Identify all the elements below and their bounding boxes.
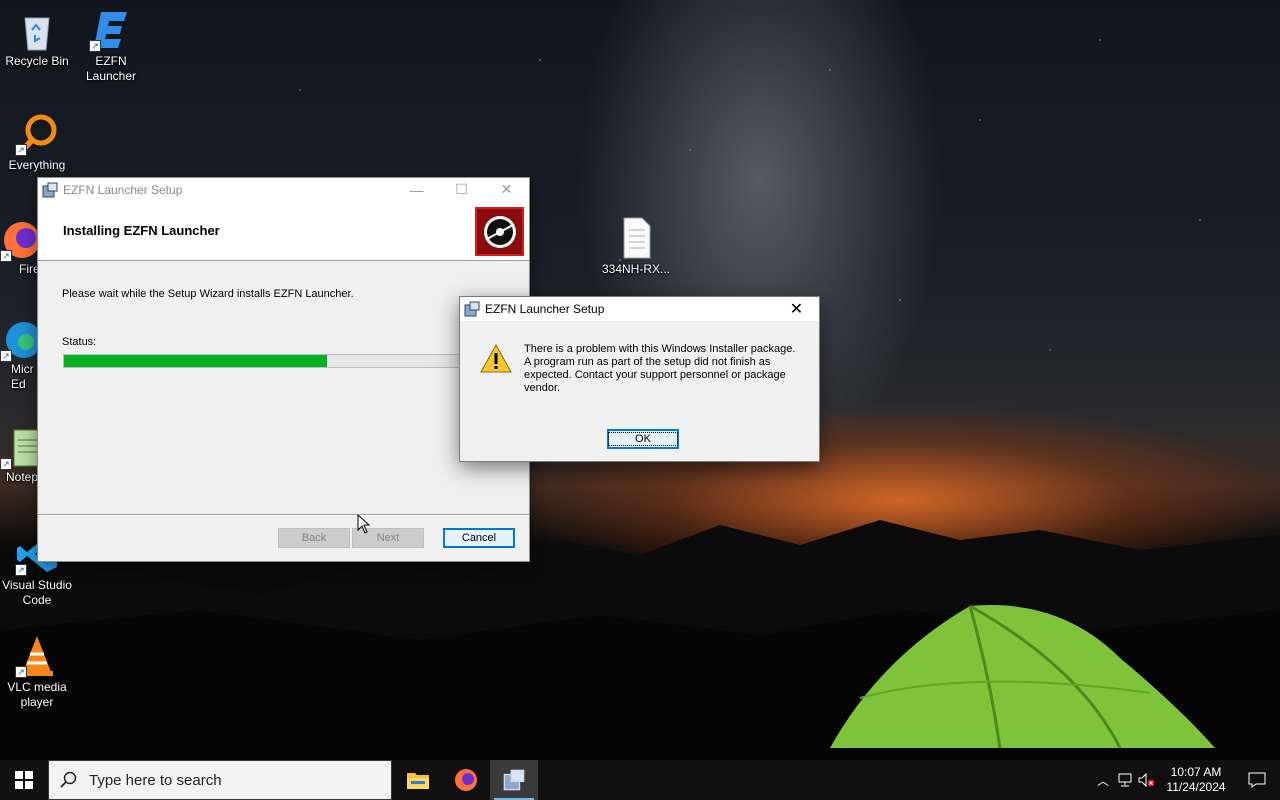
setup-message: Please wait while the Setup Wizard insta…	[62, 288, 354, 300]
maximize-icon[interactable]: ☐	[439, 178, 484, 201]
taskbar: Type here to search ︿ 10:07 AM 11/24/202…	[0, 760, 1280, 800]
network-icon[interactable]	[1114, 773, 1136, 787]
ezfn-icon: ↗	[89, 8, 133, 52]
error-message-line: expected. Contact your support personnel…	[524, 369, 786, 381]
desktop-icon-firefox[interactable]: ↗ Fire	[0, 218, 40, 277]
error-dialog-titlebar[interactable]: EZFN Launcher Setup ✕	[460, 297, 819, 321]
error-dialog: EZFN Launcher Setup ✕ There is a problem…	[459, 296, 820, 462]
error-message-line: There is a problem with this Windows Ins…	[524, 343, 796, 355]
taskbar-search-box[interactable]: Type here to search	[48, 760, 392, 800]
install-progress-bar	[63, 354, 503, 368]
taskbar-file-explorer[interactable]	[394, 760, 442, 800]
shortcut-arrow-icon: ↗	[15, 666, 27, 678]
system-tray: ︿ 10:07 AM 11/24/2024	[1092, 760, 1280, 800]
desktop-icon-label: Notep	[6, 470, 39, 484]
chevron-up-icon[interactable]: ︿	[1092, 772, 1114, 789]
windows-logo-icon	[15, 771, 33, 789]
taskbar-firefox[interactable]	[442, 760, 490, 800]
volume-muted-icon[interactable]	[1136, 773, 1158, 787]
setup-window-title: EZFN Launcher Setup	[63, 182, 183, 197]
ok-button-label: OK	[608, 432, 678, 446]
desktop-icon-label: VLC media player	[7, 680, 67, 709]
glowing-tent	[830, 604, 1215, 749]
taskbar-clock[interactable]: 10:07 AM 11/24/2024	[1158, 765, 1234, 795]
warning-icon	[480, 344, 512, 373]
shortcut-arrow-icon: ↗	[89, 40, 101, 52]
error-dialog-title: EZFN Launcher Setup	[485, 302, 605, 316]
installer-icon	[464, 301, 480, 317]
setup-window: EZFN Launcher Setup — ☐ ✕ Installing EZF…	[37, 177, 530, 562]
file-explorer-icon	[407, 773, 429, 789]
error-message-line: A program run as part of the setup did n…	[524, 356, 771, 368]
everything-search-icon: ↗	[15, 112, 59, 156]
installer-icon	[503, 769, 525, 791]
minimize-icon[interactable]: —	[394, 178, 439, 201]
status-label: Status:	[62, 336, 97, 348]
desktop-icon-label: EZFN Launcher	[85, 54, 137, 83]
desktop-icon-label: 334NH-RX...	[601, 262, 671, 276]
shortcut-arrow-icon: ↗	[0, 350, 12, 362]
back-button[interactable]: Back	[278, 528, 350, 548]
clock-date: 11/24/2024	[1166, 780, 1226, 794]
shortcut-arrow-icon: ↗	[0, 458, 12, 470]
firefox-icon	[455, 769, 477, 791]
cancel-button[interactable]: Cancel	[443, 528, 515, 548]
setup-body: Please wait while the Setup Wizard insta…	[38, 261, 529, 514]
document-icon	[614, 216, 658, 260]
progress-fill	[64, 355, 327, 367]
desktop-icon-vlc[interactable]: ↗ VLC media player	[0, 634, 74, 710]
close-icon[interactable]: ✕	[484, 178, 529, 201]
setup-footer: Back Next Cancel	[38, 514, 529, 562]
search-icon	[49, 771, 89, 789]
desktop-icon-edge[interactable]: ↗ Micr Ed	[0, 318, 42, 392]
error-message-line: vendor.	[524, 382, 561, 394]
vlc-icon: ↗	[15, 634, 59, 678]
taskbar-installer[interactable]	[490, 760, 538, 800]
desktop-icon-notepad[interactable]: ↗ Notep	[0, 426, 43, 485]
desktop-icon-ezfn-launcher[interactable]: ↗ EZFN Launcher	[74, 8, 148, 84]
shortcut-arrow-icon: ↗	[15, 144, 27, 156]
desktop-icon-label: Everything	[8, 158, 66, 172]
desktop-icon-recycle-bin[interactable]: Recycle Bin	[0, 8, 74, 69]
ok-button[interactable]: OK	[607, 429, 679, 449]
search-placeholder: Type here to search	[89, 771, 222, 789]
setup-titlebar[interactable]: EZFN Launcher Setup — ☐ ✕	[38, 178, 529, 201]
setup-heading: Installing EZFN Launcher	[63, 223, 220, 238]
shortcut-arrow-icon: ↗	[0, 250, 12, 262]
desktop-icon-everything[interactable]: ↗ Everything	[0, 112, 74, 173]
desktop-icon-label: Micr Ed	[11, 362, 34, 391]
desktop-icon-label: Fire	[19, 262, 40, 276]
notification-icon[interactable]	[1234, 772, 1280, 788]
desktop-icon-label: Recycle Bin	[5, 54, 69, 68]
desktop-icon-document[interactable]: 334NH-RX...	[598, 216, 674, 277]
error-message: There is a problem with this Windows Ins…	[524, 343, 804, 395]
desktop-icon-label: Visual Studio Code	[2, 578, 72, 607]
start-button[interactable]	[0, 760, 48, 800]
setup-header: Installing EZFN Launcher	[38, 201, 529, 261]
mouse-cursor-icon	[357, 514, 371, 534]
recycle-bin-icon	[15, 8, 59, 52]
installer-icon	[42, 182, 58, 197]
clock-time: 10:07 AM	[1170, 765, 1222, 779]
close-icon[interactable]: ✕	[774, 298, 819, 321]
shortcut-arrow-icon: ↗	[15, 564, 27, 576]
setup-banner-icon	[475, 207, 524, 256]
